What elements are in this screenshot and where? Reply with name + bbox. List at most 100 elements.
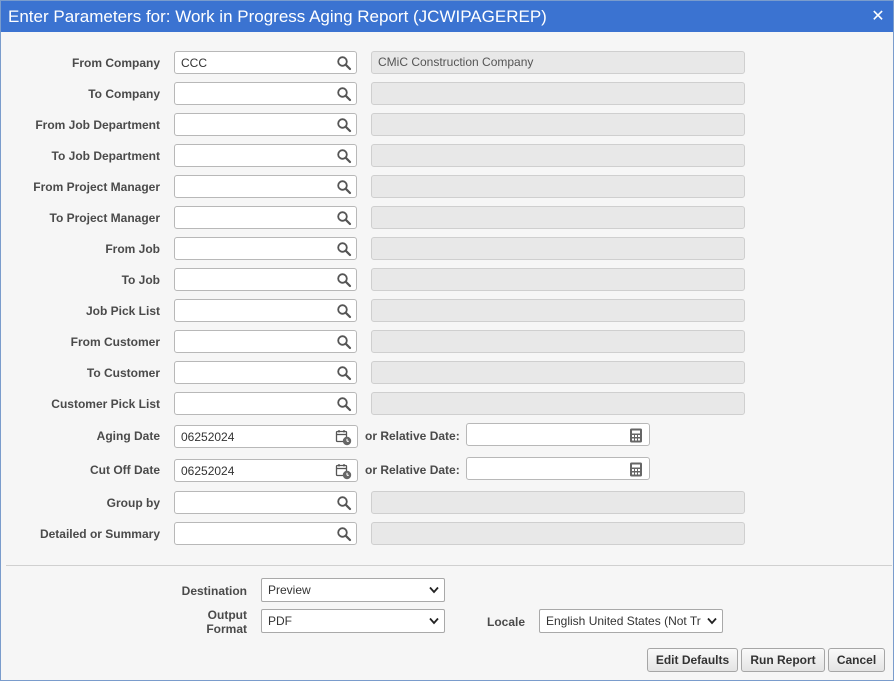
to-customer-input[interactable] — [175, 362, 356, 383]
search-icon[interactable] — [336, 334, 352, 350]
to-customer-label: To Customer — [86, 366, 160, 380]
search-icon[interactable] — [336, 303, 352, 319]
aging-relative-date-label: or Relative Date: — [365, 429, 460, 443]
customer-pick-list-input[interactable] — [175, 393, 356, 414]
search-icon[interactable] — [336, 179, 352, 195]
from-job-department-input[interactable] — [175, 114, 356, 135]
edit-defaults-button[interactable]: Edit Defaults — [647, 648, 738, 672]
close-icon[interactable]: ✕ — [869, 1, 887, 32]
job-pick-list-label: Job Pick List — [85, 304, 160, 318]
locale-value: English United States (Not Tr — [546, 614, 701, 628]
from-company-label: From Company — [71, 56, 160, 70]
search-icon[interactable] — [336, 272, 352, 288]
job-pick-list-field[interactable] — [174, 299, 357, 322]
group-by-label: Group by — [106, 496, 160, 510]
from-job-description — [371, 237, 745, 260]
from-project-manager-label: From Project Manager — [33, 180, 160, 194]
output-format-value: PDF — [268, 614, 292, 628]
job-pick-list-description — [371, 299, 745, 322]
group-by-input[interactable] — [175, 492, 356, 513]
locale-label: Locale — [486, 615, 525, 629]
from-job-department-field[interactable] — [174, 113, 357, 136]
search-icon[interactable] — [336, 86, 352, 102]
from-company-description: CMiC Construction Company — [371, 51, 745, 74]
cut-off-relative-date-field[interactable] — [466, 457, 650, 480]
to-job-department-description — [371, 144, 745, 167]
to-project-manager-field[interactable] — [174, 206, 357, 229]
from-project-manager-field[interactable] — [174, 175, 357, 198]
from-customer-label: From Customer — [70, 335, 160, 349]
job-pick-list-input[interactable] — [175, 300, 356, 321]
search-icon[interactable] — [336, 526, 352, 542]
group-by-field[interactable] — [174, 491, 357, 514]
to-job-department-input[interactable] — [175, 145, 356, 166]
from-customer-field[interactable] — [174, 330, 357, 353]
locale-select[interactable]: English United States (Not Tr — [539, 609, 723, 633]
to-job-label: To Job — [121, 273, 160, 287]
from-company-field[interactable] — [174, 51, 357, 74]
detailed-or-summary-field[interactable] — [174, 522, 357, 545]
customer-pick-list-description — [371, 392, 745, 415]
section-divider — [6, 565, 892, 566]
to-job-input[interactable] — [175, 269, 356, 290]
customer-pick-list-label: Customer Pick List — [51, 397, 160, 411]
calendar-clock-icon[interactable] — [335, 429, 352, 446]
from-job-department-label: From Job Department — [35, 118, 160, 132]
search-icon[interactable] — [336, 55, 352, 71]
destination-value: Preview — [268, 583, 311, 597]
search-icon[interactable] — [336, 117, 352, 133]
output-format-select[interactable]: PDF — [261, 609, 445, 633]
calculator-icon[interactable] — [629, 462, 643, 477]
cut-off-relative-date-input[interactable] — [467, 458, 649, 479]
from-customer-description — [371, 330, 745, 353]
calendar-clock-icon[interactable] — [335, 463, 352, 480]
run-report-button[interactable]: Run Report — [741, 648, 825, 672]
cut-off-date-field[interactable] — [174, 459, 358, 482]
from-customer-input[interactable] — [175, 331, 356, 352]
output-format-label-line2: Format — [206, 622, 247, 636]
to-project-manager-input[interactable] — [175, 207, 356, 228]
output-format-label: Output Format — [151, 608, 247, 636]
chevron-down-icon — [707, 617, 717, 625]
calculator-icon[interactable] — [629, 428, 643, 443]
search-icon[interactable] — [336, 495, 352, 511]
to-project-manager-description — [371, 206, 745, 229]
to-company-label: To Company — [88, 87, 160, 101]
from-company-input[interactable] — [175, 52, 356, 73]
aging-date-field[interactable] — [174, 425, 358, 448]
search-icon[interactable] — [336, 210, 352, 226]
aging-date-input[interactable] — [175, 426, 357, 447]
from-job-input[interactable] — [175, 238, 356, 259]
from-project-manager-description — [371, 175, 745, 198]
cut-off-date-input[interactable] — [175, 460, 357, 481]
to-job-department-field[interactable] — [174, 144, 357, 167]
group-by-description — [371, 491, 745, 514]
destination-select[interactable]: Preview — [261, 578, 445, 602]
to-project-manager-label: To Project Manager — [49, 211, 160, 225]
search-icon[interactable] — [336, 241, 352, 257]
to-company-input[interactable] — [175, 83, 356, 104]
dialog-titlebar: Enter Parameters for: Work in Progress A… — [1, 1, 893, 32]
cancel-button[interactable]: Cancel — [828, 648, 885, 672]
to-customer-field[interactable] — [174, 361, 357, 384]
to-job-field[interactable] — [174, 268, 357, 291]
search-icon[interactable] — [336, 148, 352, 164]
from-job-department-description — [371, 113, 745, 136]
output-format-label-line1: Output — [207, 608, 247, 622]
aging-relative-date-field[interactable] — [466, 423, 650, 446]
to-job-department-label: To Job Department — [51, 149, 160, 163]
aging-date-label: Aging Date — [96, 429, 160, 443]
aging-relative-date-input[interactable] — [467, 424, 649, 445]
search-icon[interactable] — [336, 365, 352, 381]
detailed-or-summary-description — [371, 522, 745, 545]
cut-off-relative-date-label: or Relative Date: — [365, 463, 460, 477]
cut-off-date-label: Cut Off Date — [90, 463, 160, 477]
from-job-field[interactable] — [174, 237, 357, 260]
to-job-description — [371, 268, 745, 291]
search-icon[interactable] — [336, 396, 352, 412]
detailed-or-summary-input[interactable] — [175, 523, 356, 544]
chevron-down-icon — [429, 617, 439, 625]
customer-pick-list-field[interactable] — [174, 392, 357, 415]
to-company-field[interactable] — [174, 82, 357, 105]
from-project-manager-input[interactable] — [175, 176, 356, 197]
